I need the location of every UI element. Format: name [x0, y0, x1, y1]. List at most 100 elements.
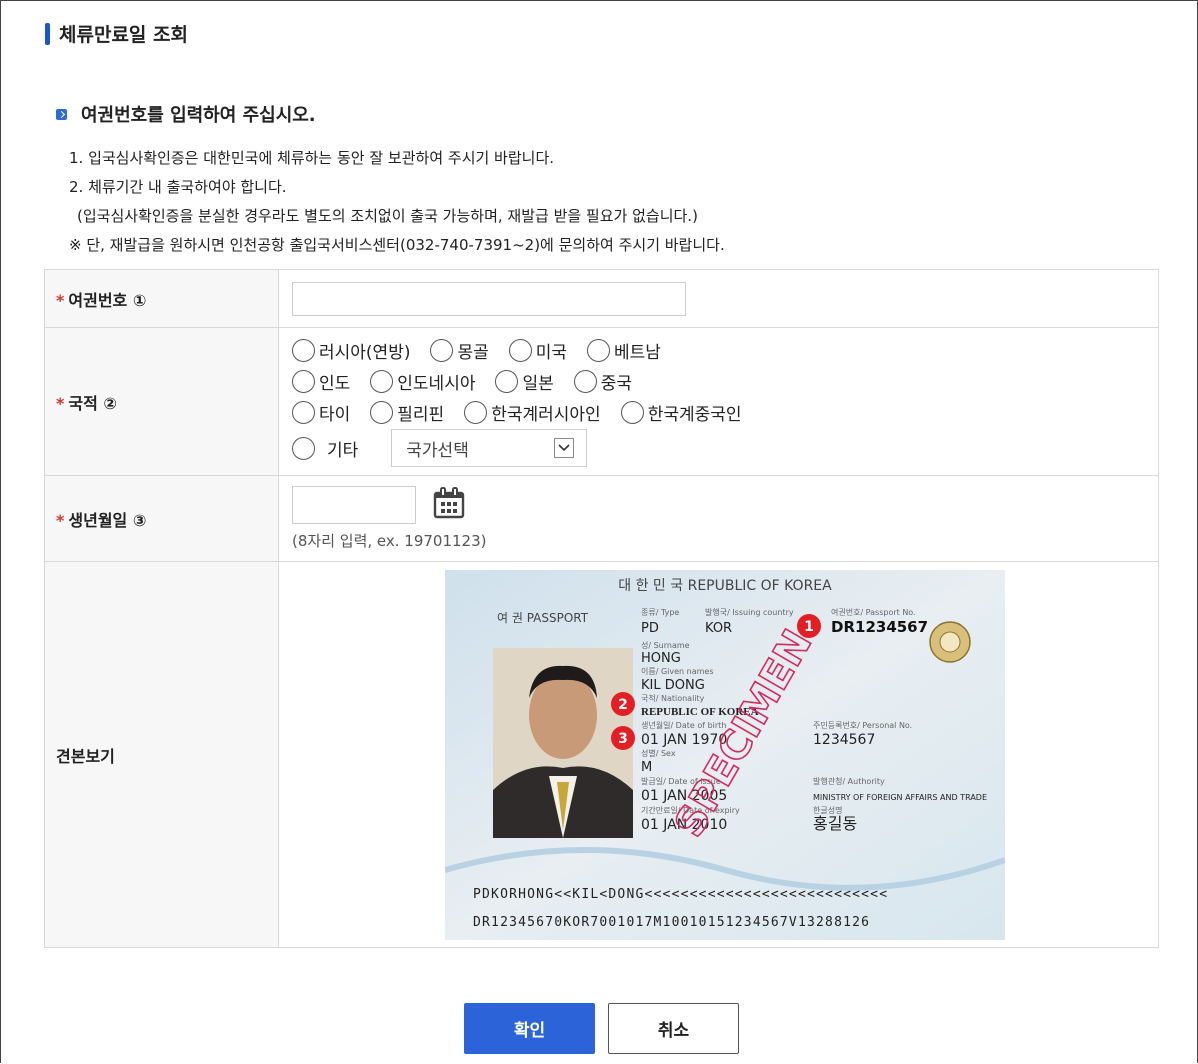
- passport-photo: [493, 647, 633, 838]
- radio-india[interactable]: 인도: [292, 369, 350, 394]
- country-select-value: 국가선택: [406, 440, 469, 461]
- surname-value: HONG: [641, 651, 681, 666]
- radio-label: 러시아(연방): [319, 343, 411, 363]
- radio-label: 한국계러시아인: [491, 405, 601, 425]
- sex-value: M: [641, 760, 652, 775]
- sex-caption: 성별/ Sex: [641, 748, 676, 758]
- birthdate-label-text: 생년월일 ③: [68, 510, 147, 530]
- authority-caption: 발행관청/ Authority: [813, 776, 885, 786]
- given-value: KIL DONG: [641, 678, 705, 693]
- arrow-right-icon: [56, 108, 67, 120]
- passport-sample-image: 대 한 민 국 REPUBLIC OF KOREA 여 권 PASSPORT 종…: [445, 569, 1005, 940]
- cancel-button[interactable]: 취소: [608, 1003, 739, 1054]
- radio-circle[interactable]: [292, 370, 315, 393]
- type-caption: 종류/ Type: [641, 608, 679, 617]
- radio-circle[interactable]: [620, 401, 644, 424]
- marker-number: 3: [618, 731, 628, 747]
- radio-japan[interactable]: 일본: [495, 369, 554, 394]
- radio-russia[interactable]: 러시아(연방): [292, 338, 410, 363]
- passport-no-caption: 여권번호/ Passport No.: [831, 607, 916, 617]
- sample-row: 견본보기 대 한 민 국 REPUBLIC OF KOREA 여 권 PASSP…: [44, 561, 1159, 948]
- mrz-line-1: PDKORHONG<<KIL<DONG<<<<<<<<<<<<<<<<<<<<<…: [473, 887, 888, 902]
- signature-value: 홍길동: [813, 814, 857, 833]
- dob-caption: 생년월일/ Date of birth: [641, 720, 726, 730]
- required-mark: *: [56, 290, 65, 310]
- passport-no-value: DR1234567: [831, 618, 928, 636]
- passport-cell: [278, 269, 1159, 328]
- sample-cell: 대 한 민 국 REPUBLIC OF KOREA 여 권 PASSPORT 종…: [278, 561, 1159, 948]
- surname-caption: 성/ Surname: [641, 641, 690, 650]
- radio-circle[interactable]: [292, 401, 315, 424]
- section-title: 여권번호를 입력하여 주십시오.: [56, 101, 316, 127]
- confirm-button[interactable]: 확인: [464, 1003, 595, 1054]
- notice-item: ※ 단, 재발급을 원하시면 인천공항 출입국서비스센터(032-740-739…: [69, 236, 725, 254]
- radio-label: 중국: [600, 374, 633, 394]
- marker-3: 3: [611, 725, 635, 750]
- radio-label: 몽골: [457, 343, 489, 363]
- birthdate-hint: (8자리 입력, ex. 19701123): [292, 532, 487, 550]
- passport-doc-label: 여 권 PASSPORT: [497, 611, 589, 625]
- radio-circle[interactable]: [292, 436, 315, 460]
- lookup-form: * 여권번호 ① * 국적 ② 러시아(연방) 몽골 미국 베트남 인도 인도네시아…: [44, 269, 1159, 948]
- nationality-label: * 국적 ②: [44, 327, 279, 476]
- passport-number-input[interactable]: [292, 281, 686, 316]
- radio-usa[interactable]: 미국: [508, 338, 568, 363]
- chevron-down-icon[interactable]: [554, 438, 575, 458]
- radio-circle[interactable]: [370, 401, 394, 424]
- radio-thailand[interactable]: 타이: [292, 400, 350, 425]
- radio-indonesia[interactable]: 인도네시아: [370, 369, 475, 394]
- page-title: 체류만료일 조회: [45, 20, 188, 47]
- radio-circle[interactable]: [587, 339, 611, 362]
- required-mark: *: [56, 510, 65, 530]
- radio-label: 미국: [535, 343, 568, 363]
- radio-circle[interactable]: [508, 339, 532, 362]
- birthdate-row: * 생년월일 ③ (8자리 입력, ex. 19701123): [44, 475, 1159, 562]
- passport-label-text: 여권번호 ①: [68, 290, 147, 310]
- radio-china[interactable]: 중국: [573, 369, 633, 394]
- radio-circle[interactable]: [573, 370, 597, 393]
- radio-label: 필리핀: [397, 405, 445, 425]
- radio-korean-russian[interactable]: 한국계러시아인: [464, 400, 601, 425]
- radio-circle[interactable]: [464, 401, 488, 424]
- radio-label: 한국계중국인: [647, 405, 742, 425]
- radio-other[interactable]: 기타: [292, 436, 358, 461]
- notice-item: (입국심사확인증을 분실한 경우라도 별도의 조치없이 출국 가능하며, 재발급…: [77, 207, 698, 225]
- notice-list: 1. 입국심사확인증은 대한민국에 체류하는 동안 잘 보관하여 주시기 바랍니…: [69, 144, 725, 260]
- radio-label: 기타: [327, 440, 359, 461]
- radio-mongolia[interactable]: 몽골: [430, 338, 489, 363]
- marker-2: 2: [611, 691, 635, 716]
- radio-circle[interactable]: [370, 370, 394, 393]
- personal-value: 1234567: [813, 732, 875, 748]
- radio-korean-chinese[interactable]: 한국계중국인: [620, 400, 742, 425]
- radio-circle[interactable]: [292, 339, 315, 362]
- marker-number: 1: [804, 619, 814, 635]
- authority-value: MINISTRY OF FOREIGN AFFAIRS AND TRADE: [813, 793, 987, 802]
- country-select[interactable]: 국가선택: [391, 429, 588, 467]
- radio-row: 기타 국가선택: [292, 428, 1157, 468]
- mrz-line-2: DR12345670KOR7001017M10010151234567V1328…: [473, 915, 870, 930]
- marker-number: 2: [618, 697, 628, 713]
- radio-label: 인도: [319, 374, 351, 394]
- passport-header: 대 한 민 국 REPUBLIC OF KOREA: [618, 578, 832, 594]
- radio-circle[interactable]: [495, 370, 519, 393]
- radio-row: 인도 인도네시아 일본 중국: [292, 366, 1157, 397]
- type-value: PD: [641, 621, 659, 636]
- radio-label: 일본: [522, 374, 554, 394]
- title-accent-bar: [45, 22, 50, 45]
- nationality-label-text: 국적 ②: [68, 393, 117, 413]
- nationality-row: * 국적 ② 러시아(연방) 몽골 미국 베트남 인도 인도네시아 일본 중국 타…: [44, 327, 1159, 476]
- country-caption: 발행국/ Issuing country: [705, 607, 794, 617]
- radio-vietnam[interactable]: 베트남: [587, 338, 661, 363]
- birthdate-input[interactable]: [292, 486, 416, 524]
- radio-row: 러시아(연방) 몽골 미국 베트남: [292, 335, 1157, 366]
- calendar-icon[interactable]: [433, 487, 465, 523]
- radio-philippines[interactable]: 필리핀: [370, 400, 444, 425]
- notice-item: 2. 체류기간 내 출국하여야 합니다.: [69, 178, 287, 196]
- emblem-icon: [929, 620, 971, 663]
- nationality-cell: 러시아(연방) 몽골 미국 베트남 인도 인도네시아 일본 중국 타이 필리핀 …: [278, 327, 1159, 476]
- radio-label: 인도네시아: [397, 374, 476, 394]
- section-title-text: 여권번호를 입력하여 주십시오.: [81, 105, 316, 126]
- radio-label: 베트남: [614, 343, 661, 363]
- required-mark: *: [56, 393, 65, 413]
- radio-circle[interactable]: [430, 339, 454, 362]
